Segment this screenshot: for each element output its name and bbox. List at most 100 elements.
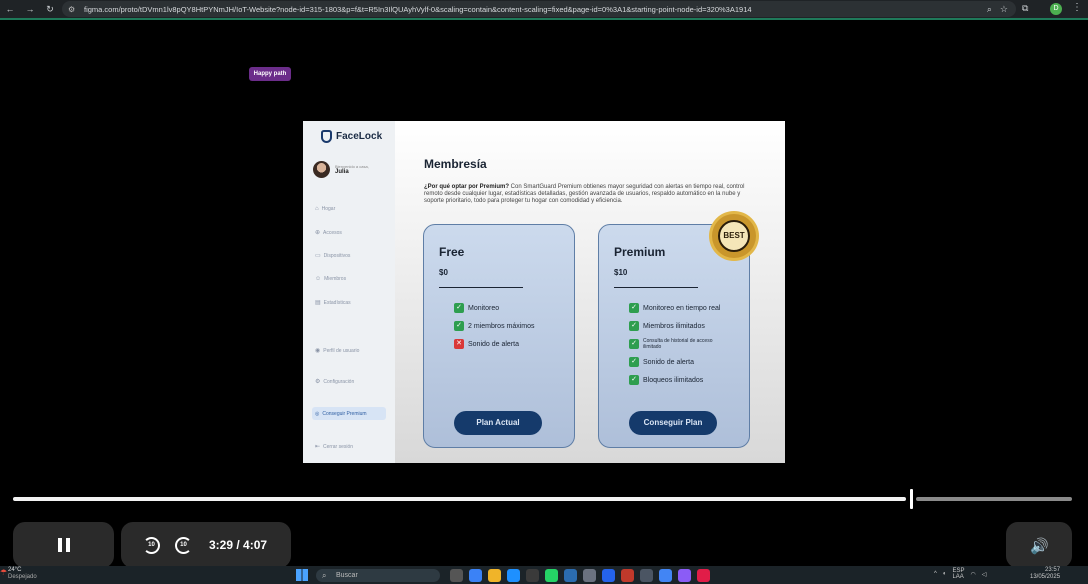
- sidebar-item-label: Accesos: [323, 229, 342, 236]
- folder-icon[interactable]: [488, 569, 501, 582]
- check-icon: ✓: [629, 357, 639, 367]
- tray-app-icon[interactable]: ◐: [943, 571, 947, 577]
- reload-icon[interactable]: ↻: [44, 4, 56, 15]
- forward-icon[interactable]: →: [24, 4, 36, 15]
- home-icon: ⌂: [315, 206, 319, 212]
- discord-icon[interactable]: [678, 569, 691, 582]
- sidebar-item-label: Conseguir Premium: [322, 410, 367, 417]
- sidebar-item-accesos[interactable]: ⊕ Accesos: [315, 229, 342, 237]
- media-icon[interactable]: [621, 569, 634, 582]
- address-bar[interactable]: ⚙ figma.com/proto/tDVmn1lv8pQY8HtPYNmJH/…: [62, 1, 1016, 17]
- user-icon: ◉: [315, 348, 321, 354]
- skip-back-icon[interactable]: 10: [143, 537, 160, 554]
- members-icon: ☺: [315, 276, 322, 282]
- language-indicator[interactable]: ESP LAA: [952, 568, 964, 580]
- edge-icon[interactable]: [469, 569, 482, 582]
- os-taskbar: ☂ 24°C Despejado ⌕ Buscar ^ ◐ ESP LAA ◠ …: [0, 566, 1088, 584]
- sidebar-item-configuracion[interactable]: ⚙ Configuración: [315, 378, 355, 386]
- extensions-icon[interactable]: ⧉: [1022, 3, 1028, 14]
- url-text[interactable]: figma.com/proto/tDVmn1lv8pQY8HtPYNmJH/Io…: [84, 5, 752, 14]
- check-icon: ✓: [454, 321, 464, 331]
- weather-widget[interactable]: 24°C Despejado: [8, 567, 37, 581]
- star-icon[interactable]: ☆: [1000, 4, 1008, 15]
- xbox-icon[interactable]: [526, 569, 539, 582]
- taskbar-apps: [450, 569, 710, 582]
- time-display: 3:29 / 4:07: [209, 538, 268, 552]
- sidebar-item-dispositivos[interactable]: ▭ Dispositivos: [315, 252, 351, 260]
- zoom-icon[interactable]: ⌕: [987, 4, 992, 15]
- gear-icon: ⚙: [315, 379, 321, 385]
- feature-label: Bloqueos ilimitados: [643, 376, 704, 384]
- flow-badge[interactable]: Happy path: [249, 67, 291, 81]
- sidebar-item-miembros[interactable]: ☺ Miembros: [315, 276, 346, 282]
- feature-list: ✓ Monitoreo ✓ 2 miembros máximos ✕ Sonid…: [454, 303, 535, 357]
- prototype-frame: FaceLock Bienvenido a casa, Julia ⌂ Hoga…: [303, 121, 785, 463]
- nav-buttons: ← → ↻: [0, 4, 56, 15]
- sidebar-item-label: Configuración: [323, 378, 355, 385]
- feature-item: ✓ Monitoreo en tiempo real: [629, 303, 723, 313]
- progress-remaining: [916, 497, 1072, 501]
- profile-avatar[interactable]: D: [1050, 3, 1062, 15]
- check-icon: ✓: [629, 375, 639, 385]
- best-badge: BEST: [712, 214, 756, 258]
- tray-chevron-icon[interactable]: ^: [934, 571, 937, 577]
- shield-icon: [321, 130, 332, 143]
- app-icon[interactable]: [697, 569, 710, 582]
- todo-icon[interactable]: [602, 569, 615, 582]
- docs-icon[interactable]: [564, 569, 577, 582]
- plan-card-free: Free $0 ✓ Monitoreo ✓ 2 miembros máximos…: [423, 224, 575, 448]
- address-actions: ⌕ ☆: [987, 4, 1008, 15]
- whatsapp-icon[interactable]: [545, 569, 558, 582]
- sidebar-item-label: Dispositivos: [323, 252, 351, 259]
- back-icon[interactable]: ←: [4, 4, 16, 15]
- volume-button[interactable]: 🔊: [1006, 522, 1072, 568]
- taskbar-search[interactable]: ⌕ Buscar: [316, 569, 440, 582]
- sidebar-item-hogar[interactable]: ⌂ Hogar: [315, 206, 335, 212]
- store-icon[interactable]: [507, 569, 520, 582]
- progress-handle[interactable]: [910, 489, 913, 509]
- speaker-icon[interactable]: ◁: [982, 571, 987, 578]
- sidebar-item-logout[interactable]: ⇤ Cerrar sesión: [315, 443, 353, 451]
- weather-temp: 24°C: [8, 567, 22, 573]
- task-view-icon[interactable]: [450, 569, 463, 582]
- menu-icon[interactable]: ⋮: [1072, 2, 1082, 13]
- pause-icon: [58, 538, 70, 552]
- page-description: ¿Por qué optar por Premium? Con SmartGua…: [424, 184, 754, 205]
- notes-icon[interactable]: [583, 569, 596, 582]
- devices-icon: ▭: [315, 253, 321, 259]
- site-info-icon[interactable]: ⚙: [68, 5, 78, 14]
- sidebar-item-premium[interactable]: ◎ Conseguir Premium: [312, 407, 386, 420]
- feature-label: Monitoreo: [468, 304, 500, 312]
- page-title: Membresía: [424, 157, 487, 171]
- windows-start-icon[interactable]: [296, 569, 308, 581]
- sidebar-item-estadisticas[interactable]: ▤ Estadísticas: [315, 299, 351, 307]
- search-icon: ⌕: [322, 571, 327, 580]
- video-progress-bar[interactable]: [13, 489, 1072, 509]
- chrome-icon[interactable]: [659, 569, 672, 582]
- skip-forward-icon[interactable]: 10: [175, 537, 192, 554]
- feature-item: ✕ Sonido de alerta: [454, 339, 535, 349]
- description-lead: ¿Por qué optar por Premium?: [424, 184, 510, 190]
- wifi-icon[interactable]: ◠: [970, 571, 975, 578]
- clock-date: 13/05/2025: [1030, 574, 1061, 580]
- feature-item: ✓ Consulta de historial de acceso ilimit…: [629, 338, 723, 350]
- user-card: Bienvenido a casa, Julia: [313, 161, 369, 178]
- plan-divider: [439, 287, 523, 288]
- system-tray: ^ ◐ ESP LAA ◠ ◁: [934, 568, 986, 580]
- sidebar-item-label: Perfil de usuario: [323, 347, 360, 354]
- logo-text: FaceLock: [336, 131, 383, 142]
- key-icon: ⊕: [315, 230, 321, 236]
- calendar-icon[interactable]: [640, 569, 653, 582]
- get-plan-button[interactable]: Conseguir Plan: [629, 411, 717, 435]
- feature-label: Sonido de alerta: [643, 358, 694, 366]
- feature-item: ✓ Miembros ilimitados: [629, 321, 723, 331]
- feature-label: Monitoreo en tiempo real: [643, 304, 721, 312]
- app-logo: FaceLock: [321, 130, 382, 143]
- feature-label: Consulta de historial de acceso ilimitad…: [643, 338, 713, 350]
- sidebar-item-perfil[interactable]: ◉ Perfil de usuario: [315, 347, 360, 355]
- weather-icon: ☂: [0, 568, 8, 577]
- pause-button[interactable]: [13, 522, 114, 568]
- taskbar-clock[interactable]: 23:57 13/05/2025: [1030, 567, 1060, 581]
- current-plan-button[interactable]: Plan Actual: [454, 411, 542, 435]
- clock-time: 23:57: [1045, 567, 1061, 573]
